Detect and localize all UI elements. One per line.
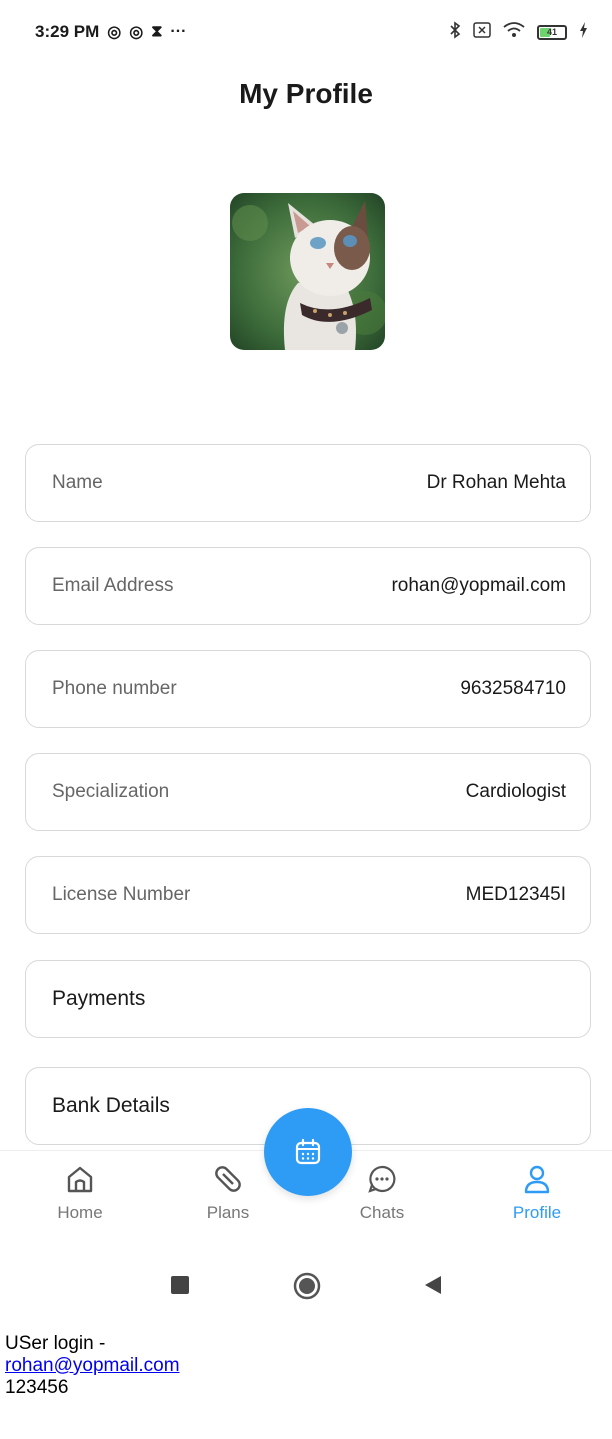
- field-value: Dr Rohan Mehta: [426, 472, 566, 493]
- notification-icon: ◎: [129, 24, 144, 41]
- page-title: My Profile: [239, 78, 373, 109]
- notification-icon: ⧗: [151, 23, 163, 40]
- nav-home[interactable]: Home: [30, 1161, 130, 1223]
- bank-details-label: Bank Details: [52, 1094, 170, 1117]
- nav-label: Profile: [512, 1203, 562, 1222]
- recents-button[interactable]: [171, 1276, 189, 1299]
- nav-label: Home: [57, 1203, 103, 1222]
- note-password: 123456: [5, 1377, 69, 1398]
- home-icon: [67, 1166, 93, 1193]
- field-label: Phone number: [52, 678, 177, 699]
- field-email[interactable]: Email Address rohan@yopmail.com: [25, 547, 591, 625]
- field-license[interactable]: License Number MED12345I: [25, 856, 591, 934]
- field-value: rohan@yopmail.com: [391, 575, 566, 596]
- field-phone[interactable]: Phone number 9632584710: [25, 650, 591, 728]
- status-right: 41: [449, 21, 588, 43]
- nav-label: Chats: [359, 1203, 405, 1222]
- field-label: License Number: [52, 884, 191, 905]
- nav-profile[interactable]: Profile: [487, 1161, 587, 1223]
- login-note: USer login - rohan@yopmail.com 123456: [0, 1325, 612, 1439]
- back-button[interactable]: [424, 1275, 442, 1300]
- field-specialization[interactable]: Specialization Cardiologist: [25, 753, 591, 831]
- calendar-fab-button[interactable]: [264, 1108, 352, 1196]
- charging-icon: [579, 22, 588, 42]
- pill-icon: [215, 1166, 241, 1192]
- payments-label: Payments: [52, 987, 146, 1010]
- sim-icon: [473, 22, 491, 42]
- nav-label: Plans: [206, 1203, 250, 1222]
- field-label: Name: [52, 472, 103, 493]
- notification-icon: ◎: [107, 24, 122, 41]
- status-left: 3:29 PM ◎ ◎ ⧗ ···: [35, 22, 186, 42]
- field-value: 9632584710: [460, 678, 566, 699]
- battery-icon: 41: [537, 24, 567, 40]
- field-label: Specialization: [52, 781, 170, 802]
- chat-icon: [368, 1165, 396, 1193]
- field-name[interactable]: Name Dr Rohan Mehta: [25, 444, 591, 522]
- bluetooth-icon: [449, 21, 461, 43]
- nav-plans[interactable]: Plans: [178, 1161, 278, 1223]
- profile-avatar[interactable]: [230, 193, 385, 350]
- more-notifications-icon: ···: [170, 23, 187, 40]
- back-triangle-icon: [425, 1276, 441, 1294]
- system-nav-bar: [0, 1245, 612, 1325]
- note-line: USer login -: [5, 1333, 106, 1354]
- cat-photo: [230, 193, 385, 350]
- recents-square-icon: [171, 1276, 189, 1294]
- calendar-icon: [295, 1138, 321, 1165]
- status-bar: 3:29 PM ◎ ◎ ⧗ ··· 41: [0, 0, 612, 60]
- field-label: Email Address: [52, 575, 174, 596]
- status-time: 3:29 PM: [35, 22, 100, 41]
- field-value: Cardiologist: [465, 781, 566, 802]
- user-icon: [524, 1165, 550, 1194]
- field-value: MED12345I: [465, 884, 566, 905]
- email-link[interactable]: rohan@yopmail.com: [5, 1355, 180, 1376]
- home-circle-icon: [293, 1272, 321, 1300]
- payments-button[interactable]: Payments: [25, 960, 591, 1038]
- wifi-icon: [503, 22, 525, 42]
- system-home-button[interactable]: [293, 1272, 321, 1305]
- battery-level: 41: [546, 27, 557, 37]
